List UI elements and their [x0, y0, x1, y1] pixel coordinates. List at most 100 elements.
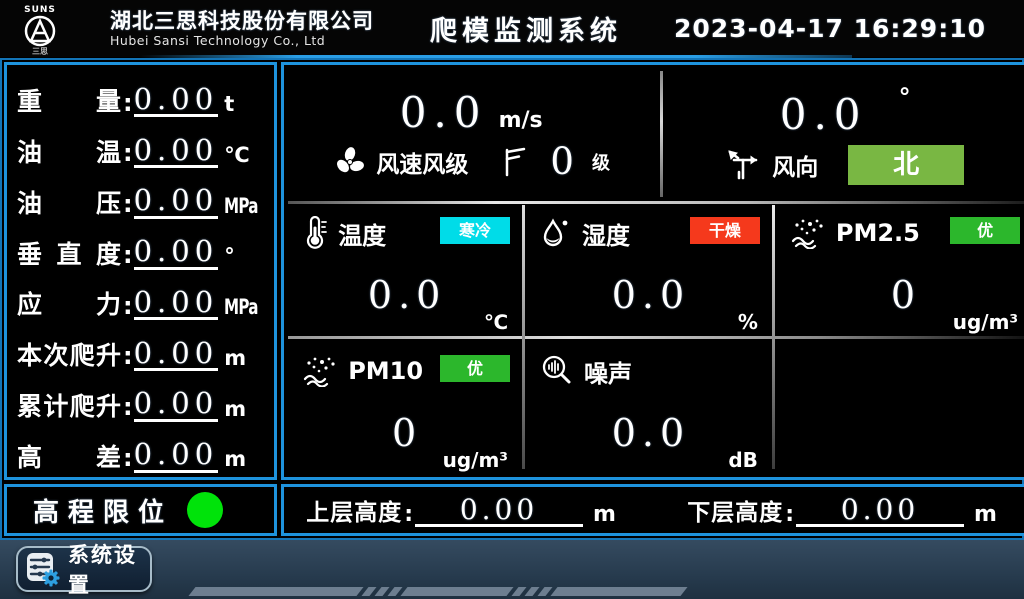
- sensor-cell-pm10: PM10 优 0 ug/m³: [284, 339, 522, 477]
- pm10-status-badge: 优: [440, 355, 510, 382]
- measurement-label: 油 温: [17, 138, 121, 168]
- particles-icon: [302, 355, 338, 387]
- measurement-unit: m: [218, 346, 266, 371]
- measurement-row-total-climb: 累计爬升: 0.00 m: [17, 376, 266, 422]
- wind-speed-block: 0.0 m/s: [284, 65, 658, 201]
- wind-direction-label: 风向: [772, 148, 818, 182]
- measurement-value: 0.00: [134, 338, 219, 371]
- measurement-value: 0.00: [134, 185, 219, 218]
- sensor-cell-temperature: 温度 寒冷 0.0 ℃: [284, 201, 522, 339]
- settings-sliders-icon: [26, 551, 60, 587]
- particles-icon: [790, 217, 826, 249]
- sensor-label: 噪声: [584, 354, 632, 389]
- thermometer-icon: [302, 216, 328, 250]
- wind-section-divider: [660, 71, 663, 197]
- noise-icon: [540, 354, 574, 388]
- lower-height-label: 下层高度: [687, 493, 783, 527]
- measurement-label: 重 量: [17, 87, 121, 117]
- sensor-cell-empty: [772, 339, 1024, 477]
- sensor-unit: dB: [728, 448, 758, 472]
- measurement-row-weight: 重 量: 0.00 t: [17, 71, 266, 117]
- wind-speed-value: 0.0: [400, 88, 488, 137]
- sensor-label: PM10: [348, 357, 423, 385]
- sensor-unit: ug/m³: [953, 310, 1018, 334]
- droplet-icon: [540, 216, 572, 250]
- measurement-value: 0.00: [134, 287, 219, 320]
- wind-direction-block: 0.0 °: [658, 65, 1024, 201]
- grid-divider: [522, 205, 525, 469]
- measurement-label: 高 差: [17, 443, 121, 473]
- measurement-value: 0.00: [134, 388, 219, 421]
- svg-text:三思: 三思: [32, 47, 48, 56]
- left-column: 重 量: 0.00 t 油 温: 0.00 ℃ 油 压: 0.00 MPa 垂直…: [2, 60, 279, 538]
- footer-stripe-decoration: [192, 587, 684, 596]
- upper-height-value: 0.00: [415, 496, 583, 527]
- upper-height-label: 上层高度: [306, 493, 402, 527]
- wind-vane-icon: [726, 148, 764, 182]
- measurement-label: 垂直度: [17, 240, 121, 270]
- layer-heights-panel: 上层高度: 0.00 m 下层高度: 0.00 m: [281, 484, 1024, 536]
- lower-height-unit: m: [974, 502, 997, 527]
- measurement-row-height-diff: 高 差: 0.00 m: [17, 427, 266, 473]
- measurement-value: 0.00: [134, 236, 219, 269]
- measurement-row-verticality: 垂直度: 0.00 °: [17, 224, 266, 270]
- grid-divider: [772, 205, 775, 469]
- sensor-label: 温度: [338, 216, 386, 251]
- right-column: 0.0 m/s: [279, 60, 1024, 538]
- sensor-cell-humidity: 湿度 干燥 0.0 %: [522, 201, 772, 339]
- measurement-label: 油 压: [17, 189, 121, 219]
- elevation-limit-label: 高程限位: [33, 492, 173, 529]
- measurement-unit: ℃: [218, 143, 266, 168]
- measurement-row-oil-pressure: 油 压: 0.00 MPa: [17, 173, 266, 219]
- climbing-formwork-monitor-screen: SUNS 三思 湖北三思科技股份有限公司 Hubei Sansi Technol…: [0, 0, 1024, 599]
- humidity-status-badge: 干燥: [690, 217, 760, 244]
- elevation-limit-status-indicator: [187, 492, 223, 528]
- header-bar: SUNS 三思 湖北三思科技股份有限公司 Hubei Sansi Technol…: [0, 0, 1024, 57]
- measurement-label: 本次爬升: [17, 341, 121, 371]
- sensor-cell-noise: 噪声 0.0 dB: [522, 339, 772, 477]
- wind-speed-unit: m/s: [499, 108, 543, 133]
- sensor-value: 0.0: [302, 273, 512, 317]
- measurement-unit: m: [218, 397, 266, 422]
- measurement-value: 0.00: [134, 439, 219, 472]
- settings-button-label: 系统设置: [68, 539, 142, 599]
- measurements-panel: 重 量: 0.00 t 油 温: 0.00 ℃ 油 压: 0.00 MPa 垂直…: [4, 62, 277, 480]
- measurement-unit: °: [218, 244, 266, 269]
- svg-text:SUNS: SUNS: [24, 5, 56, 15]
- sensor-label: PM2.5: [836, 219, 920, 247]
- content-frame: 重 量: 0.00 t 油 温: 0.00 ℃ 油 压: 0.00 MPa 垂直…: [0, 58, 1024, 540]
- measurement-label: 累计爬升: [17, 392, 121, 422]
- elevation-limit-panel: 高程限位: [4, 484, 277, 536]
- company-name-en: Hubei Sansi Technology Co., Ltd: [110, 34, 374, 47]
- grid-divider: [288, 201, 1024, 204]
- sensor-unit: ug/m³: [443, 448, 508, 472]
- footer-bar: 系统设置: [0, 540, 1024, 599]
- wind-direction-badge: 北: [848, 145, 964, 185]
- measurement-label: 应 力: [17, 290, 121, 320]
- lower-height-value: 0.00: [796, 496, 964, 527]
- sensor-unit: %: [738, 310, 758, 334]
- environment-panel: 0.0 m/s: [281, 62, 1024, 480]
- pm25-status-badge: 优: [950, 217, 1020, 244]
- wind-level-value: 0: [550, 143, 574, 180]
- sensor-label: 湿度: [582, 216, 630, 251]
- sensor-value: 0.0: [540, 273, 762, 317]
- measurement-unit: t: [218, 92, 266, 117]
- wind-level-flag-icon: [502, 147, 528, 177]
- system-settings-button[interactable]: 系统设置: [16, 546, 152, 592]
- company-name: 湖北三思科技股份有限公司 Hubei Sansi Technology Co.,…: [110, 10, 374, 47]
- grid-divider: [288, 336, 1024, 339]
- measurement-row-current-climb: 本次爬升: 0.00 m: [17, 325, 266, 371]
- wind-level-unit: 级: [592, 149, 610, 175]
- fan-icon: [332, 144, 368, 180]
- measurement-value: 0.00: [134, 135, 219, 168]
- wind-speed-label: 风速风级: [376, 145, 468, 179]
- measurement-unit: m: [218, 447, 266, 472]
- sensor-unit: ℃: [484, 310, 508, 334]
- wind-direction-value: 0.0: [780, 90, 868, 139]
- lower-height-row: 下层高度: 0.00 m: [687, 493, 1024, 527]
- upper-height-unit: m: [593, 502, 616, 527]
- wind-direction-unit: °: [899, 83, 911, 111]
- page-title: 爬模监测系统: [430, 9, 622, 48]
- wind-section: 0.0 m/s: [284, 65, 1024, 201]
